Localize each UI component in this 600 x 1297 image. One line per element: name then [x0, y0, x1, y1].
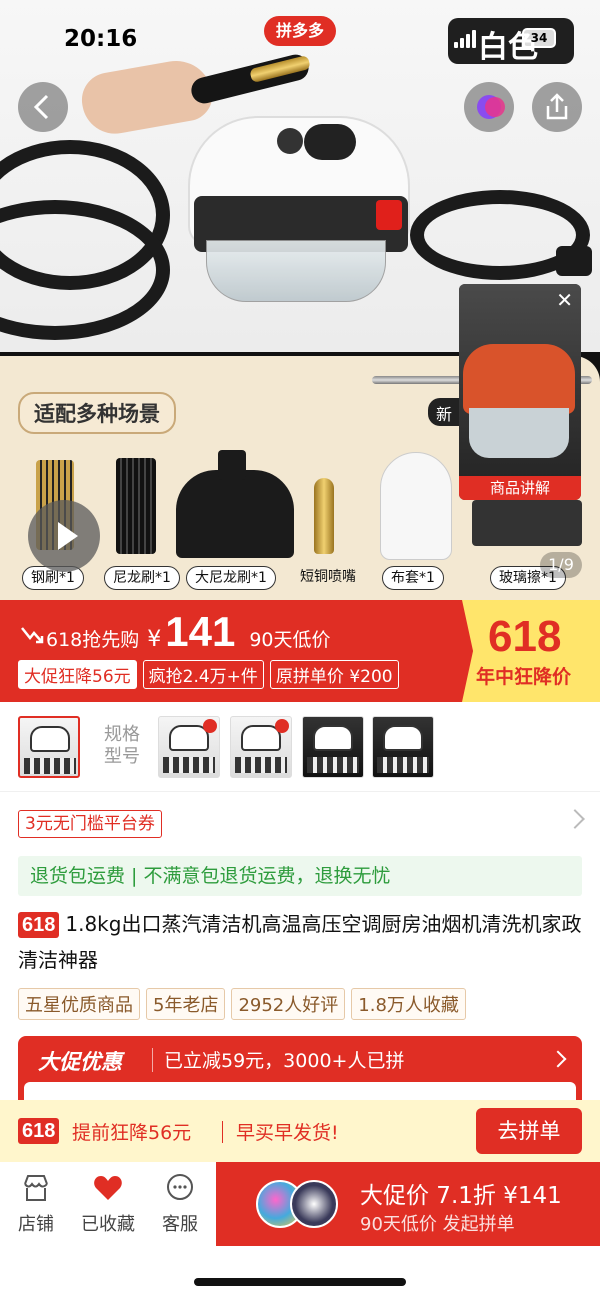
chevron-left-icon	[33, 94, 49, 120]
gallery-counter: 1/9	[540, 552, 582, 578]
avatar	[290, 1180, 338, 1228]
plug-illustration	[556, 246, 592, 276]
price-tags: 大促狂降56元 疯抢2.4万+件 原拼单价 ¥200	[18, 660, 399, 689]
sku-thumbnail[interactable]	[372, 716, 434, 778]
feature-tag: 1.8万人收藏	[351, 988, 466, 1020]
promo-title: 大促优惠	[38, 1050, 122, 1074]
currency-symbol: ¥	[147, 627, 162, 652]
sale-badge-text: 年中狂降价	[476, 666, 572, 688]
large-brush-neck	[218, 450, 246, 480]
play-video-button[interactable]	[28, 500, 100, 572]
nav-shop-label: 店铺	[18, 1214, 54, 1235]
chat-icon	[167, 1174, 193, 1200]
feature-tag[interactable]: 2952人好评	[231, 988, 346, 1020]
nylon-brush-image	[116, 458, 156, 554]
group-buy-button[interactable]: 去拼单	[476, 1108, 582, 1154]
feature-tag: 5年老店	[146, 988, 226, 1020]
accessory-label: 尼龙刷*1	[104, 566, 180, 590]
rush-label: 618抢先购	[46, 629, 140, 651]
sale-badge-number: 618	[488, 612, 562, 661]
close-icon[interactable]: ✕	[556, 288, 573, 312]
platform-coupon[interactable]: 3元无门槛平台券	[18, 810, 162, 838]
price-tag: 原拼单价 ¥200	[269, 660, 399, 689]
buy-sub-text: 90天低价 发起拼单	[360, 1214, 515, 1235]
promo-text: 已立减59元，3000+人已拼	[164, 1050, 405, 1072]
copper-nozzle-image	[314, 478, 334, 554]
promo-content	[24, 1082, 576, 1102]
glass-wiper-image	[472, 500, 582, 546]
video-tank-image	[469, 408, 569, 458]
price-amount: 141	[165, 608, 236, 655]
share-button[interactable]	[532, 82, 582, 132]
sku-label[interactable]: 规格型号	[100, 724, 144, 768]
trend-down-icon	[21, 627, 44, 644]
machine-knob	[277, 128, 303, 154]
machine-tank	[206, 240, 386, 302]
divider	[152, 1048, 153, 1072]
brand-button[interactable]	[464, 82, 514, 132]
divider	[222, 1121, 223, 1143]
early-discount-text: 提前狂降56元	[72, 1122, 192, 1144]
feature-tag: 五星优质商品	[18, 988, 140, 1020]
price-line: 618抢先购 ¥ 141 90天低价	[20, 608, 331, 656]
nav-service[interactable]: 客服	[150, 1172, 210, 1236]
share-icon	[546, 93, 568, 120]
video-label: 商品讲解	[459, 476, 581, 500]
large-nylon-brush-image	[176, 470, 294, 558]
nav-shop[interactable]: 店铺	[6, 1172, 66, 1236]
machine-vent	[304, 124, 356, 160]
accessory-label: 短铜喷嘴	[300, 569, 356, 585]
low-price-label: 90天低价	[249, 629, 331, 651]
accessory-label: 布套*1	[382, 566, 444, 590]
early-ship-text: 早买早发货!	[236, 1122, 339, 1144]
home-indicator[interactable]	[194, 1278, 406, 1286]
chevron-right-icon[interactable]	[565, 809, 585, 829]
buy-price-text: 大促价 7.1折 ¥141	[360, 1183, 562, 1209]
sku-thumbnail[interactable]	[230, 716, 292, 778]
video-machine-image	[463, 344, 575, 414]
product-title-text: 1.8kg出口蒸汽清洁机高温高压空调厨房油烟机清洗机家政清洁神器	[18, 912, 582, 972]
sale-tag: 618	[18, 912, 60, 938]
nav-favorite-label: 已收藏	[81, 1214, 135, 1235]
price-tag: 大促狂降56元	[18, 660, 137, 689]
cloth-cover-image	[380, 452, 452, 560]
scene-tag: 适配多种场景	[18, 392, 176, 434]
sku-thumbnail[interactable]	[18, 716, 80, 778]
heart-icon	[94, 1176, 122, 1200]
nav-favorite[interactable]: 已收藏	[78, 1172, 138, 1236]
status-time: 20:16	[64, 26, 138, 52]
signal-icon	[454, 30, 476, 48]
price-tag: 疯抢2.4万+件	[142, 660, 264, 689]
nav-service-label: 客服	[162, 1214, 198, 1235]
buyer-avatars	[256, 1180, 352, 1228]
brand-logo-icon	[477, 95, 505, 119]
sku-thumbnail[interactable]	[158, 716, 220, 778]
shop-icon	[24, 1175, 48, 1201]
app-badge: 拼多多	[264, 16, 336, 46]
battery-icon: 34	[522, 28, 556, 48]
return-policy[interactable]: 退货包运费 | 不满意包退货运费，退换无忧	[18, 856, 582, 896]
product-title: 618 1.8kg出口蒸汽清洁机高温高压空调厨房油烟机清洗机家政清洁神器	[18, 906, 584, 978]
feature-tags: 五星优质商品 5年老店 2952人好评 1.8万人收藏	[18, 988, 466, 1020]
video-explainer[interactable]: ✕ 商品讲解	[459, 284, 581, 500]
accessory-label: 大尼龙刷*1	[186, 566, 276, 590]
back-button[interactable]	[18, 82, 68, 132]
sku-selector	[0, 702, 600, 792]
sale-tag: 618	[18, 1118, 60, 1144]
sku-thumbnail[interactable]	[302, 716, 364, 778]
power-switch	[376, 200, 402, 230]
